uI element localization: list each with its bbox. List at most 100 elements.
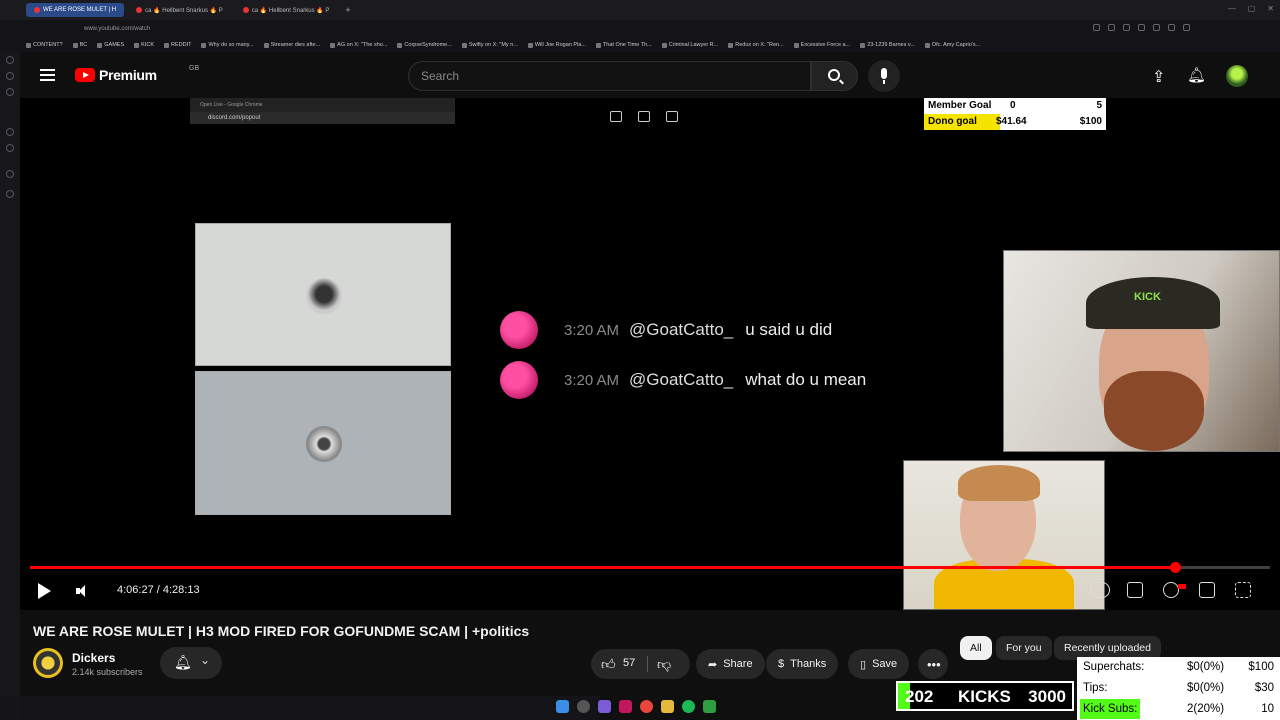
subscribed-button[interactable]: 🔔︎ ⌄ — [160, 647, 222, 679]
streamer-cap — [1086, 277, 1220, 329]
dislike-icon[interactable]: 👎︎ — [657, 656, 671, 673]
menu-icon[interactable] — [40, 69, 55, 81]
participant-tile — [195, 371, 451, 515]
participant-avatar — [306, 278, 342, 314]
extension-icons — [1093, 24, 1190, 31]
like-icon[interactable]: 👍︎ — [601, 656, 616, 673]
sidebar-app-icon[interactable] — [6, 190, 14, 198]
extension-icon[interactable] — [1093, 24, 1100, 31]
extension-icon[interactable] — [1168, 24, 1175, 31]
url-field[interactable]: www.youtube.com/watch — [84, 26, 150, 32]
bookmark[interactable]: Redux on X: "Ren... — [728, 42, 784, 48]
theater-mode-icon[interactable] — [1199, 582, 1215, 598]
exit-icon[interactable] — [638, 111, 650, 122]
bookmark[interactable]: KICK — [134, 42, 154, 48]
captions-icon[interactable] — [1127, 582, 1143, 598]
fullscreen-icon[interactable] — [1235, 582, 1251, 598]
browser-tab[interactable]: WE ARE ROSE MULET | H — [26, 3, 125, 17]
popout-controls — [610, 111, 678, 122]
channel-avatar[interactable] — [33, 648, 63, 678]
youtube-play-icon — [75, 68, 95, 82]
spotify-icon[interactable] — [682, 700, 695, 713]
voice-search-button[interactable] — [868, 60, 900, 92]
discord-icon[interactable] — [598, 700, 611, 713]
xbox-icon[interactable] — [703, 700, 716, 713]
bookmark[interactable]: Why do so many... — [201, 42, 254, 48]
x-logo-icon — [461, 42, 467, 48]
browser-tab-bar: WE ARE ROSE MULET | H ca 🔥 Hellbent Snar… — [0, 0, 1280, 20]
participant-tile — [195, 223, 451, 366]
sidebar-app-icon[interactable] — [6, 88, 14, 96]
bookmark[interactable]: REDDIT — [164, 42, 191, 48]
bookmark[interactable]: Ofc. Amy Caprio's... — [924, 42, 980, 48]
extension-icon[interactable] — [1123, 24, 1130, 31]
taskbar-search-icon[interactable] — [577, 700, 590, 713]
channel-name[interactable]: Dickers — [72, 651, 115, 665]
play-icon[interactable] — [38, 583, 51, 599]
bookmark[interactable]: GAMES — [97, 42, 124, 48]
taskbar — [0, 696, 600, 720]
divider — [647, 656, 648, 672]
windows-start-icon[interactable] — [556, 700, 569, 713]
minimize-icon[interactable]: — — [1228, 4, 1236, 13]
bookmark[interactable]: Swifty on X: "My n... — [461, 42, 518, 48]
bookmark[interactable]: Will Joe Rogan Pla... — [527, 42, 586, 48]
sidebar-app-icon[interactable] — [6, 170, 14, 178]
youtube-logo[interactable]: Premium GB — [75, 65, 199, 83]
bookmark[interactable]: Streamer dies afte... — [263, 42, 320, 48]
guest-hair — [958, 465, 1040, 501]
save-button[interactable]: ▯ Save — [848, 649, 910, 679]
upload-icon[interactable]: ⇪ — [1152, 67, 1165, 87]
extension-icon[interactable] — [1108, 24, 1115, 31]
close-icon[interactable]: ✕ — [1267, 4, 1274, 13]
folder-icon — [164, 42, 169, 48]
more-actions-button[interactable]: ••• — [918, 649, 948, 679]
taskbar-icons — [556, 700, 716, 713]
sidebar-app-icon[interactable] — [6, 128, 14, 136]
chrome-icon[interactable] — [640, 700, 653, 713]
scrubber-handle[interactable] — [1169, 562, 1181, 573]
bookmark[interactable]: That One Time Th... — [595, 42, 652, 48]
settings-gear-icon[interactable] — [1163, 582, 1179, 598]
notifications-icon[interactable]: 🔔︎ — [1187, 66, 1206, 84]
bookmark[interactable]: CONTENT? — [26, 42, 63, 48]
favicon-icon — [924, 42, 930, 48]
x-logo-icon — [330, 42, 336, 48]
extension-icon[interactable] — [1153, 24, 1160, 31]
autoplay-toggle[interactable] — [1090, 582, 1110, 598]
time-display: 4:06:27 / 4:28:13 — [117, 584, 200, 596]
bookmark[interactable]: AG on X: "The sho... — [330, 42, 387, 48]
browser-tab[interactable]: ca 🔥 Hellbent Snarkus 🔥 P — [235, 3, 338, 17]
member-goal-row: Member Goal 0 5 — [924, 98, 1106, 114]
bookmark[interactable]: Criminal Lawyer R... — [661, 42, 718, 48]
bookmark[interactable]: BC — [72, 42, 87, 48]
account-avatar[interactable] — [1226, 65, 1248, 87]
skip-icon[interactable] — [666, 111, 678, 122]
progress-bar[interactable] — [30, 562, 1270, 573]
maximize-icon[interactable]: ▢ — [1248, 4, 1256, 13]
search-button[interactable] — [811, 61, 858, 91]
share-button[interactable]: ➦ Share — [696, 649, 765, 679]
sidebar-app-icon[interactable] — [6, 72, 14, 80]
extension-icon[interactable] — [1138, 24, 1145, 31]
chip-for-you[interactable]: For you — [996, 636, 1052, 660]
popout-icon[interactable] — [610, 111, 622, 122]
volume-icon[interactable] — [76, 585, 93, 597]
thanks-button[interactable]: $ Thanks — [766, 649, 839, 679]
bookmark[interactable]: CorpseSyndrome... — [397, 42, 452, 48]
share-icon: ➦ — [708, 658, 718, 671]
opera-icon[interactable] — [619, 700, 632, 713]
browser-tab[interactable]: ca 🔥 Hellbent Snarkus 🔥 P — [128, 3, 231, 17]
video-player[interactable]: Open Live - Google Chrome discord.com/po… — [20, 98, 1280, 610]
user-avatar — [500, 361, 538, 399]
kicks-target: 3000 — [1028, 687, 1066, 706]
search-input[interactable]: Search — [408, 61, 811, 91]
new-tab-icon[interactable]: + — [341, 5, 354, 15]
bookmark[interactable]: Excessive Force a... — [793, 42, 850, 48]
sidebar-app-icon[interactable] — [6, 144, 14, 152]
extension-icon[interactable] — [1183, 24, 1190, 31]
bookmark[interactable]: 23-1239 Barnes v... — [860, 42, 915, 48]
file-explorer-icon[interactable] — [661, 700, 674, 713]
sidebar-app-icon[interactable] — [6, 56, 14, 64]
chip-all[interactable]: All — [960, 636, 992, 660]
